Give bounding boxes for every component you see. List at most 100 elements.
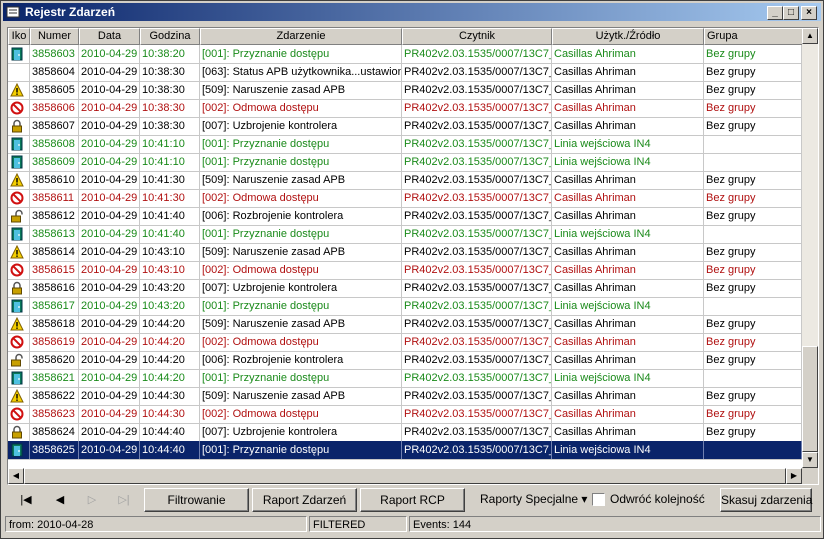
table-row[interactable]: 3858605 2010-04-29 10:38:30 [509]: Naruszen… (8, 81, 802, 100)
col-header-numer[interactable]: Numer (30, 28, 79, 45)
last-record-button[interactable]: ▷| (111, 490, 137, 510)
table-row[interactable]: 3858603 2010-04-29 10:38:20 [001]: Przyznan… (8, 45, 802, 64)
table-row[interactable]: 3858620 2010-04-29 10:44:20 [006]: Rozbroje… (8, 351, 802, 370)
cell-czytnik: PR402v2.03.1535/0007/13C7_ (402, 171, 552, 189)
cell-grupa: Bez grupy (704, 279, 802, 297)
table-row[interactable]: 3858625 2010-04-29 10:44:40 [001]: Przyznan… (8, 441, 802, 460)
table-row[interactable]: 3858614 2010-04-29 10:43:10 [509]: Naruszen… (8, 243, 802, 262)
horizontal-scrollbar[interactable]: ◀ ▶ (8, 468, 802, 484)
report-rcp-button[interactable]: Raport RCP (360, 488, 465, 512)
table-row[interactable]: 3858613 2010-04-29 10:41:40 [001]: Przyznan… (8, 225, 802, 244)
row-icon-cell (8, 297, 30, 315)
table-row[interactable]: 3858617 2010-04-29 10:43:20 [001]: Przyznan… (8, 297, 802, 316)
table-row[interactable]: 3858616 2010-04-29 10:43:20 [007]: Uzbrojen… (8, 279, 802, 298)
cell-czytnik: PR402v2.03.1535/0007/13C7_ (402, 279, 552, 297)
scroll-right-icon[interactable]: ▶ (786, 468, 802, 484)
scroll-corner (802, 468, 818, 484)
table-row[interactable]: 3858624 2010-04-29 10:44:40 [007]: Uzbrojen… (8, 423, 802, 442)
cell-zdarzenie: [509]: Naruszenie zasad APB (200, 171, 402, 189)
vertical-scroll-thumb[interactable] (802, 346, 818, 452)
cell-czytnik: PR402v2.03.1535/0007/13C7_ (402, 135, 552, 153)
table-row[interactable]: 3858612 2010-04-29 10:41:40 [006]: Rozbroje… (8, 207, 802, 226)
cell-numer: 3858607 (30, 117, 79, 135)
cell-grupa (704, 297, 802, 315)
cell-grupa (704, 225, 802, 243)
table-row[interactable]: 3858615 2010-04-29 10:43:10 [002]: Odmowa d… (8, 261, 802, 280)
cell-data: 2010-04-29 (79, 243, 140, 261)
reverse-order-checkbox[interactable] (592, 493, 605, 506)
table-row[interactable]: 3858621 2010-04-29 10:44:20 [001]: Przyznan… (8, 369, 802, 388)
filter-button[interactable]: Filtrowanie (144, 488, 249, 512)
next-record-button[interactable]: ▷ (79, 490, 105, 510)
special-reports-dropdown[interactable]: Raporty Specjalne ▾ (480, 488, 587, 510)
cell-numer: 3858624 (30, 423, 79, 441)
denied-icon (10, 101, 24, 115)
cell-numer: 3858612 (30, 207, 79, 225)
warning-icon (10, 244, 24, 259)
cell-godzina: 10:41:30 (140, 189, 200, 207)
cell-czytnik: PR402v2.03.1535/0007/13C7_ (402, 117, 552, 135)
table-row[interactable]: 3858610 2010-04-29 10:41:30 [509]: Naruszen… (8, 171, 802, 190)
cell-numer: 3858621 (30, 369, 79, 387)
col-header-czytnik[interactable]: Czytnik (402, 28, 552, 45)
cell-data: 2010-04-29 (79, 423, 140, 441)
report-events-button[interactable]: Raport Zdarzeń (252, 488, 357, 512)
table-row[interactable]: 3858604 2010-04-29 10:38:30 [063]: Status A… (8, 63, 802, 82)
close-button[interactable]: × (801, 6, 817, 20)
col-header-zrodlo[interactable]: Użytk./Źródło (552, 28, 704, 45)
scroll-down-icon[interactable]: ▼ (802, 452, 818, 468)
cell-grupa (704, 369, 802, 387)
col-header-zdarzenie[interactable]: Zdarzenie (200, 28, 402, 45)
cell-godzina: 10:44:30 (140, 387, 200, 405)
prev-record-button[interactable]: ◀ (47, 490, 73, 510)
scroll-up-icon[interactable]: ▲ (802, 28, 818, 44)
cell-data: 2010-04-29 (79, 333, 140, 351)
cell-zrodlo: Casillas Ahriman (552, 315, 704, 333)
cell-zrodlo: Linia wejściowa IN4 (552, 441, 704, 459)
cell-godzina: 10:41:40 (140, 225, 200, 243)
table-row[interactable]: 3858609 2010-04-29 10:41:10 [001]: Przyznan… (8, 153, 802, 172)
cell-zdarzenie: [006]: Rozbrojenie kontrolera (200, 351, 402, 369)
cell-godzina: 10:44:20 (140, 351, 200, 369)
cell-czytnik: PR402v2.03.1535/0007/13C7_ (402, 63, 552, 81)
cell-numer: 3858618 (30, 315, 79, 333)
table-row[interactable]: 3858623 2010-04-29 10:44:30 [002]: Odmowa d… (8, 405, 802, 424)
col-header-grupa[interactable]: Grupa (704, 28, 804, 45)
cell-zdarzenie: [002]: Odmowa dostępu (200, 261, 402, 279)
cell-numer: 3858620 (30, 351, 79, 369)
table-row[interactable]: 3858607 2010-04-29 10:38:30 [007]: Uzbrojen… (8, 117, 802, 136)
cell-godzina: 10:38:30 (140, 63, 200, 81)
minimize-button[interactable]: _ (767, 6, 783, 20)
cell-zrodlo: Casillas Ahriman (552, 207, 704, 225)
title-bar: Rejestr Zdarzeń _ □ × (3, 3, 821, 21)
maximize-button[interactable]: □ (783, 6, 799, 20)
first-record-button[interactable]: |◀ (13, 490, 39, 510)
cell-czytnik: PR402v2.03.1535/0007/13C7_ (402, 333, 552, 351)
vertical-scrollbar[interactable]: ▲ ▼ (802, 28, 818, 468)
delete-events-button[interactable]: Skasuj zdarzenia (720, 488, 812, 512)
cell-grupa: Bez grupy (704, 261, 802, 279)
table-row[interactable]: 3858622 2010-04-29 10:44:30 [509]: Naruszen… (8, 387, 802, 406)
scroll-left-icon[interactable]: ◀ (8, 468, 24, 484)
status-from: from: 2010-04-28 (5, 516, 307, 532)
col-header-icon[interactable]: Iko (8, 28, 30, 45)
col-header-data[interactable]: Data (79, 28, 140, 45)
cell-czytnik: PR402v2.03.1535/0007/13C7_ (402, 45, 552, 63)
cell-godzina: 10:43:20 (140, 279, 200, 297)
cell-grupa: Bez grupy (704, 189, 802, 207)
denied-icon (10, 407, 24, 421)
row-icon-cell (8, 387, 30, 405)
col-header-godzina[interactable]: Godzina (140, 28, 200, 45)
cell-godzina: 10:41:10 (140, 135, 200, 153)
cell-zrodlo: Casillas Ahriman (552, 279, 704, 297)
cell-data: 2010-04-29 (79, 99, 140, 117)
horizontal-scroll-thumb[interactable] (24, 468, 786, 484)
table-row[interactable]: 3858606 2010-04-29 10:38:30 [002]: Odmowa d… (8, 99, 802, 118)
cell-data: 2010-04-29 (79, 441, 140, 459)
table-row[interactable]: 3858618 2010-04-29 10:44:20 [509]: Naruszen… (8, 315, 802, 334)
table-row[interactable]: 3858608 2010-04-29 10:41:10 [001]: Przyznan… (8, 135, 802, 154)
cell-godzina: 10:38:30 (140, 117, 200, 135)
row-icon-cell (8, 99, 30, 117)
table-row[interactable]: 3858611 2010-04-29 10:41:30 [002]: Odmowa d… (8, 189, 802, 208)
table-row[interactable]: 3858619 2010-04-29 10:44:20 [002]: Odmowa d… (8, 333, 802, 352)
